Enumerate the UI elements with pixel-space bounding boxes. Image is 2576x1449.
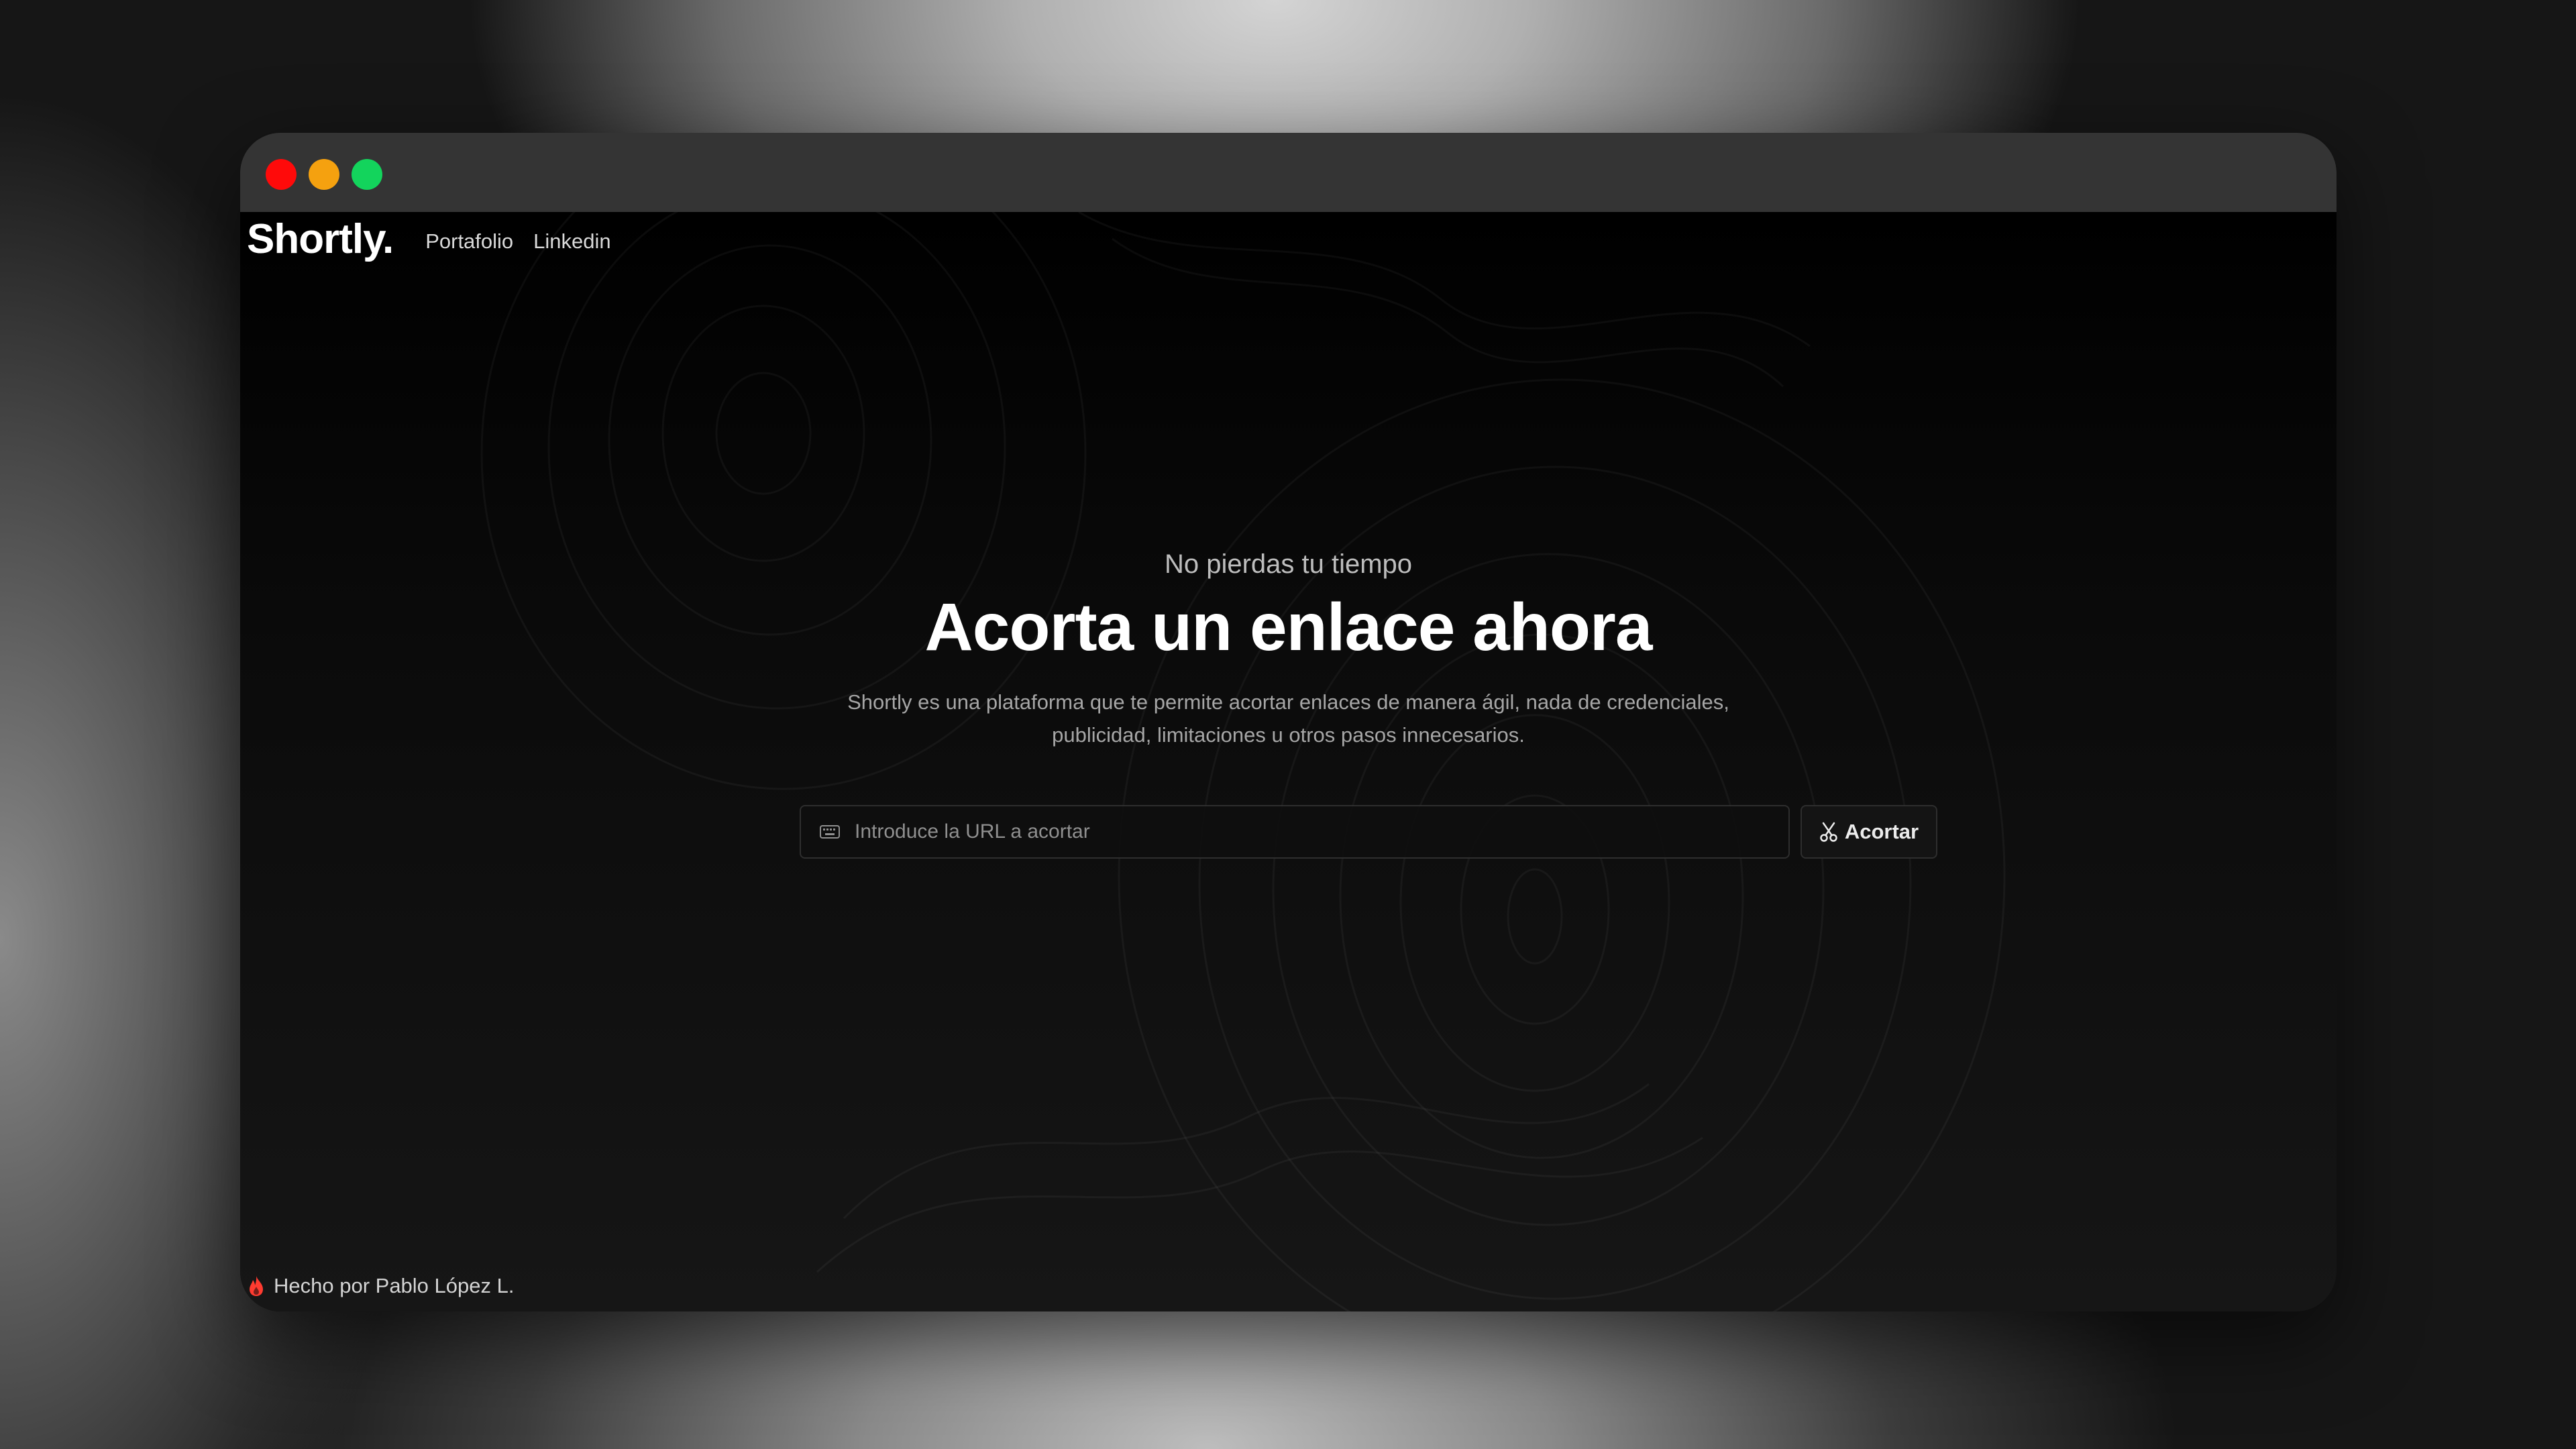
hero-section: No pierdas tu tiempo Acorta un enlace ah… [240, 551, 2337, 751]
topographic-background [480, 212, 2006, 1311]
fire-icon [247, 1275, 266, 1297]
page-title: Acorta un enlace ahora [924, 590, 1653, 665]
hero-eyebrow: No pierdas tu tiempo [1164, 549, 1413, 579]
shorten-form: Acortar [800, 805, 1937, 859]
shorten-button[interactable]: Acortar [1801, 805, 1937, 859]
footer: Hecho por Pablo López L. [247, 1274, 514, 1298]
hero-description: Shortly es una plataforma que te permite… [847, 690, 1729, 747]
close-window-button[interactable] [266, 159, 297, 190]
scissors-icon [1819, 822, 1838, 842]
browser-window: Shortly. Portafolio Linkedin No pierdas … [240, 133, 2337, 1311]
url-input[interactable] [853, 806, 1788, 858]
top-nav: Shortly. Portafolio Linkedin [247, 212, 611, 266]
brand-logo[interactable]: Shortly. [247, 215, 394, 263]
shorten-button-label: Acortar [1844, 820, 1919, 843]
url-input-container[interactable] [800, 805, 1790, 859]
keyboard-icon [820, 825, 840, 839]
window-titlebar [240, 133, 2337, 212]
minimize-window-button[interactable] [309, 159, 339, 190]
maximize-window-button[interactable] [352, 159, 382, 190]
footer-credit: Hecho por Pablo López L. [274, 1274, 515, 1297]
nav-link-linkedin[interactable]: Linkedin [533, 229, 610, 254]
nav-link-portafolio[interactable]: Portafolio [425, 229, 513, 254]
page-content: Shortly. Portafolio Linkedin No pierdas … [240, 212, 2337, 1311]
